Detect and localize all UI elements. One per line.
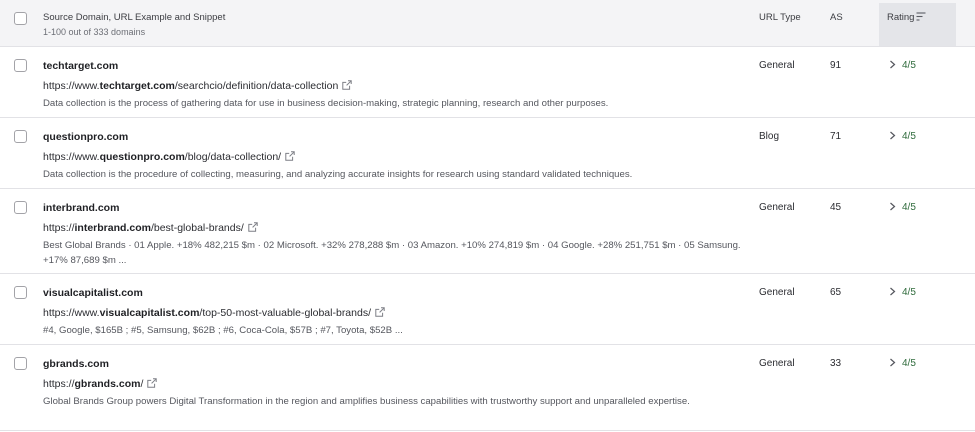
- table-row[interactable]: questionpro.com https://www.questionpro.c…: [0, 118, 975, 189]
- row-select-checkbox[interactable]: [14, 59, 27, 72]
- chevron-right-icon[interactable]: [889, 287, 896, 296]
- table-row[interactable]: interbrand.com https://interbrand.com/bes…: [0, 189, 975, 274]
- snippet-text: Data collection is the process of gather…: [43, 98, 609, 109]
- row-select-checkbox[interactable]: [14, 286, 27, 299]
- url-type-cell: Blog: [759, 131, 780, 142]
- source-domain[interactable]: interbrand.com: [43, 202, 119, 214]
- table-row[interactable]: techtarget.com https://www.techtarget.com…: [0, 47, 975, 118]
- rating-cell[interactable]: 4/5: [889, 358, 916, 369]
- authority-score-cell: 65: [830, 287, 842, 298]
- column-header-rating[interactable]: Rating: [879, 3, 956, 46]
- column-header-url-type[interactable]: URL Type: [759, 12, 801, 23]
- url-type-cell: General: [759, 287, 795, 298]
- column-header-rating-label: Rating: [887, 12, 915, 23]
- chevron-right-icon[interactable]: [889, 202, 896, 211]
- results-count: 1-100 out of 333 domains: [43, 27, 146, 37]
- chevron-right-icon[interactable]: [889, 131, 896, 140]
- source-domain[interactable]: techtarget.com: [43, 60, 118, 72]
- source-domain[interactable]: gbrands.com: [43, 358, 109, 370]
- url-prefix: https://: [43, 378, 75, 390]
- url-prefix: https://www.: [43, 307, 100, 319]
- authority-score-cell: 33: [830, 358, 842, 369]
- url-path: /top-50-most-valuable-global-brands/: [199, 307, 371, 319]
- external-link-icon[interactable]: [342, 80, 353, 90]
- rating-value: 4/5: [902, 202, 916, 213]
- rating-value: 4/5: [902, 60, 916, 71]
- url-example-link[interactable]: https://www.questionpro.com/blog/data-co…: [43, 151, 295, 163]
- url-example-link[interactable]: https://interbrand.com/best-global-brand…: [43, 222, 258, 234]
- url-example-link[interactable]: https://gbrands.com/: [43, 378, 158, 390]
- rating-cell[interactable]: 4/5: [889, 287, 916, 298]
- sort-descending-icon[interactable]: [916, 12, 926, 21]
- external-link-icon[interactable]: [375, 307, 385, 317]
- rating-value: 4/5: [902, 287, 916, 298]
- url-path: /blog/data-collection/: [184, 151, 282, 163]
- authority-score-cell: 91: [830, 60, 842, 71]
- url-domain: visualcapitalist.com: [99, 307, 200, 319]
- source-domain[interactable]: visualcapitalist.com: [43, 287, 143, 299]
- rating-cell[interactable]: 4/5: [889, 202, 916, 213]
- source-domain[interactable]: questionpro.com: [43, 131, 128, 143]
- rating-cell[interactable]: 4/5: [889, 60, 916, 71]
- snippet-text: #4, Google, $165B ; #5, Samsung, $62B ; …: [43, 325, 403, 336]
- external-link-icon[interactable]: [285, 151, 295, 161]
- authority-score-cell: 45: [830, 202, 842, 213]
- url-type-cell: General: [759, 60, 795, 71]
- url-path: /best-global-brands/: [150, 222, 244, 234]
- row-select-checkbox[interactable]: [14, 201, 27, 214]
- external-link-icon[interactable]: [147, 378, 158, 388]
- url-domain: interbrand.com: [74, 222, 151, 234]
- url-type-cell: General: [759, 202, 795, 213]
- snippet-text: Best Global Brands · 01 Apple. +18% 482,…: [43, 240, 741, 266]
- url-path: /searchcio/definition/data-collection: [174, 80, 339, 92]
- chevron-right-icon[interactable]: [889, 358, 896, 367]
- url-domain: questionpro.com: [99, 151, 185, 163]
- chevron-right-icon[interactable]: [889, 60, 896, 69]
- column-header-source: Source Domain, URL Example and Snippet: [43, 12, 226, 23]
- authority-score-cell: 71: [830, 131, 842, 142]
- select-all-checkbox[interactable]: [14, 12, 27, 25]
- url-example-link[interactable]: https://www.visualcapitalist.com/top-50-…: [43, 307, 385, 319]
- url-prefix: https://www.: [43, 151, 100, 163]
- column-header-as[interactable]: AS: [830, 12, 843, 23]
- table-row[interactable]: visualcapitalist.com https://www.visualca…: [0, 274, 975, 345]
- url-domain: techtarget.com: [99, 80, 175, 92]
- url-prefix: https://: [43, 222, 75, 234]
- rating-value: 4/5: [902, 131, 916, 142]
- table-header: Source Domain, URL Example and Snippet 1…: [0, 0, 975, 47]
- snippet-text: Global Brands Group powers Digital Trans…: [43, 396, 690, 407]
- snippet-text: Data collection is the procedure of coll…: [43, 169, 633, 180]
- external-link-icon[interactable]: [248, 222, 258, 232]
- rating-value: 4/5: [902, 358, 916, 369]
- url-prefix: https://www.: [43, 80, 100, 92]
- rating-cell[interactable]: 4/5: [889, 131, 916, 142]
- url-path: /: [140, 378, 144, 390]
- url-domain: gbrands.com: [74, 378, 141, 390]
- url-type-cell: General: [759, 358, 795, 369]
- row-select-checkbox[interactable]: [14, 357, 27, 370]
- row-select-checkbox[interactable]: [14, 130, 27, 143]
- table-row[interactable]: gbrands.com https://gbrands.com/Global Br…: [0, 345, 975, 431]
- url-example-link[interactable]: https://www.techtarget.com/searchcio/def…: [43, 80, 353, 92]
